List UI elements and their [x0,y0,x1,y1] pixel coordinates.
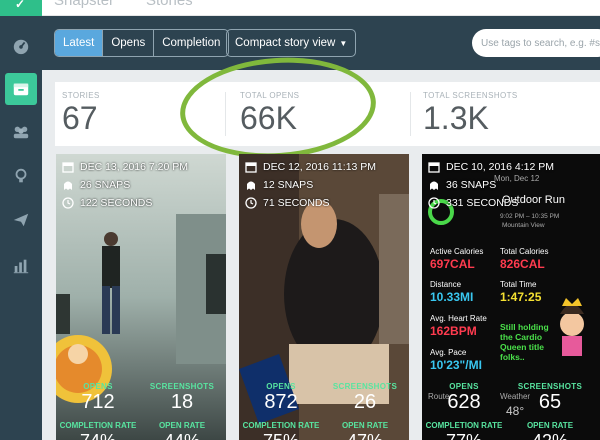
fitness-label: Avg. Pace [430,348,467,357]
lightbulb-icon [15,168,27,183]
story-snaps: 26 SNAPS [80,179,131,191]
bar-chart-icon [13,259,29,274]
stat-value: 628 [447,391,481,413]
ghost-icon [245,179,258,192]
app-logo[interactable]: ✓ [0,0,42,16]
open-rate-value: 44% [142,431,222,440]
fitness-value: 697CAL [430,257,475,271]
fitness-label: Distance [430,280,462,289]
stat-label: TOTAL SCREENSHOTS [423,91,518,100]
calendar-icon [62,161,75,174]
calendar-icon [245,161,258,174]
stat-label: OPENS [83,382,113,391]
top-header: Snapster Stories [42,0,600,16]
stories-icon [13,83,29,96]
view-mode-dropdown[interactable]: Compact story view ▼ [226,29,357,57]
sidebar-item-send[interactable] [5,204,37,236]
sort-segmented-control: Latest Opens Completion [54,29,230,57]
sidebar: ✓ [0,0,42,440]
sidebar-item-insights[interactable] [5,160,37,192]
logo-check-icon: ✓ [15,0,26,11]
paper-plane-icon [13,213,29,227]
story-date: DEC 10, 2016 4:12 PM [446,161,554,173]
stat-label: SCREENSHOTS [332,382,398,391]
dashboard-icon [13,39,29,55]
clock-icon [62,196,75,210]
brand-name: Snapster [54,0,115,9]
ghost-icon [428,179,441,192]
stat-value: 67 [62,100,98,136]
fitness-value: 826CAL [500,257,545,271]
tag-search-input[interactable] [472,29,600,57]
fitness-label: Avg. Heart Rate [430,314,487,323]
stat-value: 712 [81,391,115,413]
story-date: DEC 13, 2016 7:20 PM [80,161,188,173]
stat-value: 65 [538,391,562,413]
completion-rate-value: 77% [424,431,504,440]
page-title: Stories [146,0,193,9]
divider [410,92,411,136]
stat-label: OPEN RATE [341,421,389,430]
screenshots-stat: SCREENSHOTS 26 [325,382,405,414]
story-seconds: 71 SECONDS [263,197,330,209]
stat-label: OPEN RATE [158,421,206,430]
screenshots-stat: SCREENSHOTS 65 [510,382,590,414]
fitness-label: Active Calories [430,247,484,256]
stat-label: SCREENSHOTS [517,382,583,391]
story-meta: DEC 12, 2016 11:13 PM 12 SNAPS 71 SECOND… [245,158,376,212]
stat-label: SCREENSHOTS [149,382,215,391]
fitness-value: 10.33MI [430,290,474,304]
opens-stat: OPENS 872 [241,382,321,414]
stat-value: 18 [170,391,194,413]
story-caption: Still holding the Cardio Queen title fol… [500,322,549,362]
fitness-label: Total Time [500,280,537,289]
story-meta: DEC 10, 2016 4:12 PM 36 SNAPS 331 SECOND… [428,158,554,212]
ghost-icon [62,179,75,192]
sidebar-item-dashboard[interactable] [5,30,37,62]
story-meta: DEC 13, 2016 7:20 PM 26 SNAPS 122 SECOND… [62,158,188,212]
stat-value: 872 [264,391,298,413]
completion-rate-value: 74% [58,431,138,440]
opens-stat: OPENS 712 [58,382,138,414]
fitness-value: 1:47:25 [500,290,542,304]
opens-stat: OPENS 628 [424,382,504,414]
fitness-value: 162BPM [430,324,477,338]
stat-label: OPENS [449,382,479,391]
stat-label: OPENS [266,382,296,391]
sidebar-item-stories[interactable] [5,73,37,105]
fitness-value: 10'23"/MI [430,358,482,372]
stat-label: COMPLETION RATE [242,421,320,430]
fitness-label: Total Calories [500,247,549,256]
stat-label: OPEN RATE [526,421,574,430]
open-rate-value: 42% [510,431,590,440]
completion-rate-value: 75% [241,431,321,440]
stat-label: STORIES [62,91,100,100]
sort-opens-button[interactable]: Opens [103,30,155,56]
caret-down-icon: ▼ [339,39,348,48]
screenshots-stat: SCREENSHOTS 18 [142,382,222,414]
audience-icon [13,126,29,139]
sort-latest-button[interactable]: Latest [55,30,104,56]
clock-icon [428,196,441,210]
sidebar-item-reports[interactable] [5,250,37,282]
open-rate-value: 47% [325,431,405,440]
story-seconds: 122 SECONDS [80,197,153,209]
fitness-time-range: 9:02 PM – 10:35 PM [500,213,560,220]
view-mode-label: Compact story view [235,37,336,49]
stat-value: 1.3K [423,100,489,136]
sort-completion-button[interactable]: Completion [154,30,228,56]
story-snaps: 36 SNAPS [446,179,497,191]
sidebar-item-audience[interactable] [5,116,37,148]
fitness-location: Mountain View [502,222,545,229]
story-snaps: 12 SNAPS [263,179,314,191]
stat-value: 26 [353,391,377,413]
calendar-icon [428,161,441,174]
clock-icon [245,196,258,210]
story-seconds: 331 SECONDS [446,197,519,209]
stat-label: COMPLETION RATE [425,421,503,430]
story-date: DEC 12, 2016 11:13 PM [263,161,377,173]
stat-label: COMPLETION RATE [59,421,137,430]
